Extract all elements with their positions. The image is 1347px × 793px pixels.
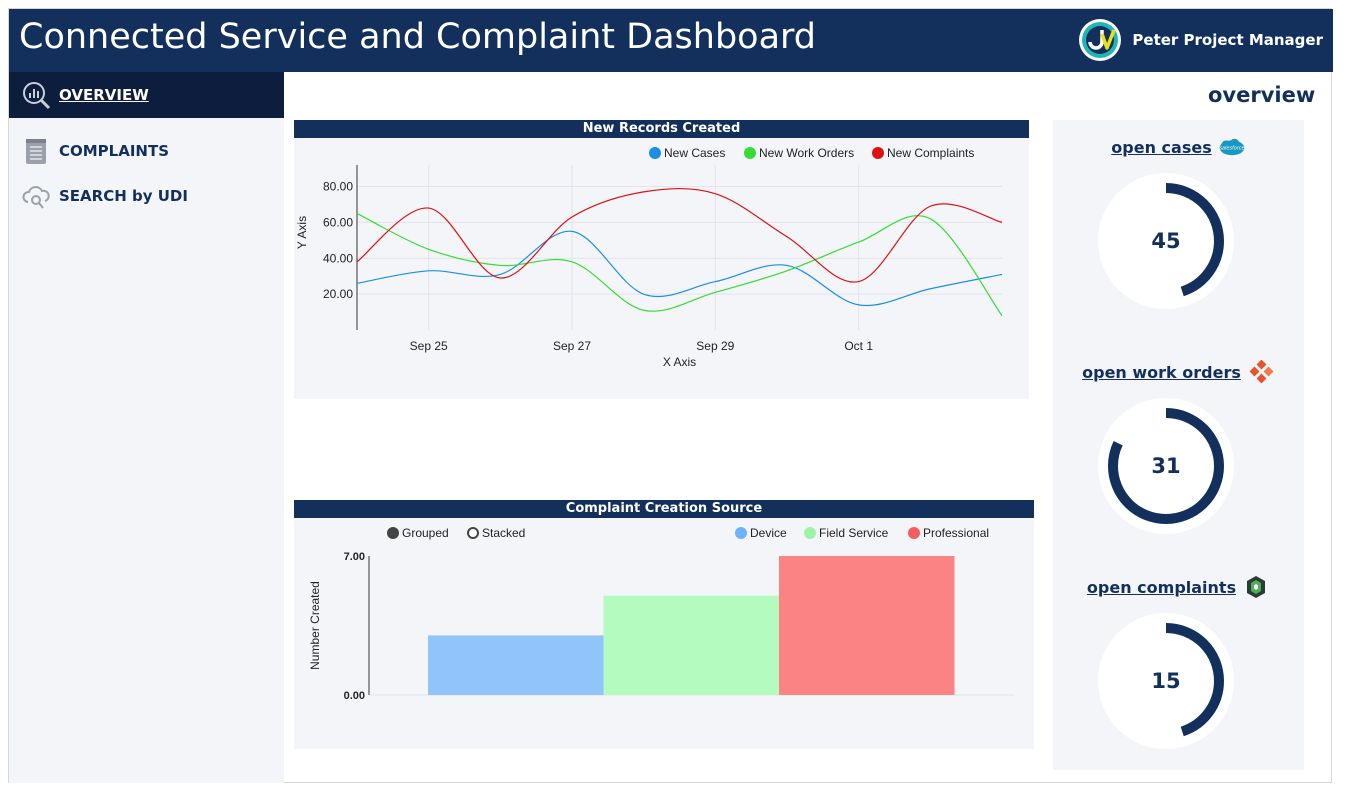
complaint-source-chart-panel: 0.00 7.00 Number Created Complaint Creatio… (294, 500, 1034, 749)
y-tick-label: 20.00 (323, 287, 353, 301)
open-work-orders-link[interactable]: open work orders (1082, 363, 1241, 382)
legend-dot (744, 147, 756, 159)
y-tick-label: 60.00 (323, 215, 353, 229)
analytics-search-icon (23, 82, 51, 110)
y-axis-label: Y Axis (295, 216, 309, 249)
sidebar-item-overview[interactable]: OVERVIEW (9, 72, 284, 118)
user-name[interactable]: Peter Project Manager (1132, 31, 1323, 49)
radio-label: Stacked (482, 526, 526, 540)
x-tick-label: Sep 27 (553, 339, 591, 353)
x-tick-label: Oct 1 (844, 339, 873, 353)
legend-label: Field Service (819, 526, 889, 540)
salesforce-logo-text: salesforce (1219, 145, 1244, 151)
open-cases-link[interactable]: open cases (1111, 138, 1211, 157)
y-tick-label: 40.00 (323, 251, 353, 265)
kpi-open-work-orders: open work orders 31 (1053, 357, 1304, 557)
series-line-new-complaints (356, 187, 1003, 283)
mode-grouped-radio[interactable]: Grouped (387, 526, 449, 540)
radio-dot (467, 527, 479, 539)
kpi-value: 15 (1151, 669, 1181, 693)
legend-dot (735, 527, 747, 539)
radio-label: Grouped (402, 526, 449, 540)
legend-label: Professional (923, 526, 990, 540)
x-tick-label: Sep 29 (696, 339, 734, 353)
cloud-search-icon (22, 186, 50, 209)
kpi-value: 45 (1151, 229, 1181, 253)
overview-heading: overview (1208, 83, 1316, 107)
salesforce-logo-icon: salesforce (1219, 138, 1244, 156)
kpi-header: open work orders (1053, 357, 1304, 387)
mode-stacked-radio[interactable]: Stacked (467, 526, 525, 540)
sidebar: OVERVIEW COMPLAINTS SEARCH by UDI (9, 72, 284, 783)
notepad-icon (26, 139, 46, 164)
chart-title: New Records Created (294, 120, 1029, 138)
bar-professional (779, 556, 955, 695)
legend-item-professional[interactable]: Professional (908, 526, 989, 540)
radio-dot (387, 527, 399, 539)
dashboard-app: Connected Service and Complaint Dashboar… (8, 8, 1333, 783)
sidebar-item-label: SEARCH by UDI (59, 187, 188, 205)
y-tick-label: 7.00 (344, 551, 365, 563)
bar-device (428, 635, 604, 695)
y-tick-label: 80.00 (323, 180, 353, 194)
legend-label: Device (750, 526, 787, 540)
new-records-chart-panel: 20.00 40.00 60.00 80.00 Sep 25 Sep 27 Sep 29 Oc… (294, 120, 1029, 399)
legend-label: New Work Orders (759, 146, 855, 160)
kpi-open-complaints: open complaints 15 (1053, 572, 1304, 772)
sidebar-item-label: COMPLAINTS (59, 142, 170, 160)
legend-item-new-work-orders[interactable]: New Work Orders (744, 146, 854, 160)
legend-item-new-cases[interactable]: New Cases (649, 146, 725, 160)
legend-item-field-service[interactable]: Field Service (804, 526, 888, 540)
legend-dot (804, 527, 816, 539)
header-bar: Connected Service and Complaint Dashboar… (9, 9, 1333, 72)
kpi-value: 31 (1151, 454, 1181, 478)
kpi-panel: open cases salesforce 45 open work order… (1053, 120, 1304, 770)
bar-field-service (603, 595, 779, 695)
legend-item-device[interactable]: Device (735, 526, 787, 540)
sidebar-item-search-by-udi[interactable]: SEARCH by UDI (9, 173, 284, 219)
legend-dot (872, 147, 884, 159)
sidebar-item-complaints[interactable]: COMPLAINTS (9, 128, 284, 174)
kpi-header: open cases salesforce (1053, 132, 1304, 162)
page-title: Connected Service and Complaint Dashboar… (19, 17, 817, 57)
sidebar-item-label: OVERVIEW (59, 86, 149, 104)
legend-dot (649, 147, 661, 159)
legend-label: New Complaints (887, 146, 975, 160)
y-tick-label: 0.00 (344, 690, 365, 702)
legend-dot (908, 527, 920, 539)
kpi-header: open complaints (1053, 572, 1304, 602)
open-complaints-link[interactable]: open complaints (1087, 578, 1236, 597)
diamond-cluster-logo-icon (1249, 360, 1274, 384)
line-chart[interactable]: 20.00 40.00 60.00 80.00 Sep 25 Sep 27 Sep 29 Oc… (294, 120, 1029, 399)
kpi-open-cases: open cases salesforce 45 (1053, 132, 1304, 332)
x-axis-label: X Axis (663, 355, 696, 369)
company-logo-icon (1079, 19, 1122, 61)
legend-item-new-complaints[interactable]: New Complaints (872, 146, 974, 160)
user-area[interactable]: Peter Project Manager (1078, 17, 1323, 63)
x-tick-label: Sep 25 (410, 339, 448, 353)
legend-label: New Cases (664, 146, 726, 160)
chart-title: Complaint Creation Source (294, 500, 1034, 518)
y-axis-label: Number Created (308, 581, 322, 670)
hexagon-cluster-logo-icon (1247, 576, 1266, 598)
